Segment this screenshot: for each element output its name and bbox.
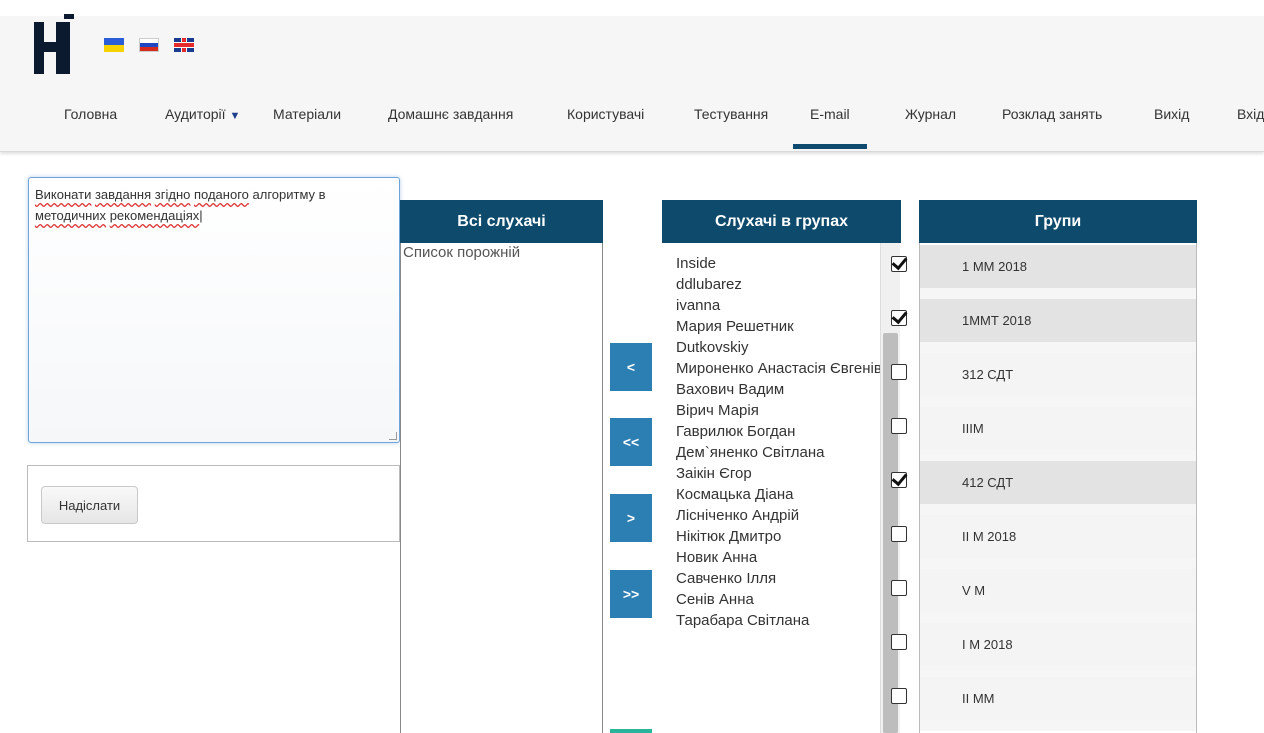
message-word: згідно — [154, 187, 191, 202]
list-item-partial[interactable] — [676, 243, 886, 253]
group-checkbox[interactable] — [891, 472, 907, 488]
logo — [34, 14, 74, 74]
group-label: 312 СДТ — [962, 367, 1014, 382]
list-item[interactable]: Савченко Ілля — [676, 568, 886, 589]
all-listeners-panel — [400, 200, 603, 733]
group-row[interactable]: 312 СДТ — [920, 353, 1196, 396]
nav-auditoriums-label: Аудиторії — [165, 106, 226, 122]
group-row[interactable]: 1 ММ 2018 — [920, 245, 1196, 288]
nav-journal[interactable]: Журнал — [905, 106, 956, 122]
group-checkbox[interactable] — [891, 526, 907, 542]
nav-login[interactable]: Вхід — [1237, 106, 1264, 122]
row-divider — [920, 612, 1196, 623]
message-word: поданого — [193, 187, 249, 202]
all-listeners-title: Всі слухачі — [400, 200, 603, 243]
group-checkbox[interactable] — [891, 418, 907, 434]
message-textarea[interactable]: Виконати завдання згідно поданого алгори… — [28, 177, 400, 443]
message-word: алгоритму в — [252, 187, 326, 202]
group-checkbox[interactable] — [891, 634, 907, 650]
group-listeners-title: Слухачі в групах — [662, 200, 901, 243]
group-checkbox[interactable] — [891, 364, 907, 380]
group-listeners-list[interactable]: Inside ddlubarez ivanna Мария Решетник D… — [662, 243, 902, 733]
row-divider — [920, 288, 1196, 299]
row-divider — [920, 504, 1196, 515]
english-flag-icon[interactable] — [174, 38, 194, 52]
list-item[interactable]: Лісніченко Андрій — [676, 505, 886, 526]
group-row[interactable]: 412 СДТ — [920, 461, 1196, 504]
nav-testing[interactable]: Тестування — [694, 106, 768, 122]
message-word: рекомендаціях — [109, 208, 200, 223]
group-row[interactable]: V М — [920, 569, 1196, 612]
send-button[interactable]: Надіслати — [41, 486, 138, 524]
extra-button-edge[interactable] — [610, 729, 652, 733]
nav-homework[interactable]: Домашнє завдання — [388, 106, 513, 122]
russian-flag-icon[interactable] — [139, 38, 159, 52]
list-item[interactable]: Dutkovskiy — [676, 337, 886, 358]
header: Головна Аудиторії ▼ Матеріали Домашнє зав… — [0, 0, 1264, 152]
group-row[interactable]: 1ММТ 2018 — [920, 299, 1196, 342]
group-checkbox[interactable] — [891, 688, 907, 704]
nav-home[interactable]: Головна — [64, 106, 117, 122]
message-word: методичних — [35, 208, 107, 223]
group-row[interactable]: IIIМ — [920, 407, 1196, 450]
nav-auditoriums[interactable]: Аудиторії ▼ — [165, 106, 240, 122]
list-item[interactable]: Мария Решетник — [676, 316, 886, 337]
row-divider — [920, 450, 1196, 461]
group-label: I М 2018 — [962, 637, 1013, 652]
all-listeners-empty: Список порожній — [403, 244, 521, 261]
list-item[interactable]: Космацька Діана — [676, 484, 886, 505]
row-divider — [920, 666, 1196, 677]
row-divider — [920, 558, 1196, 569]
header-top-bar — [0, 0, 1264, 16]
move-all-right-button[interactable]: >> — [610, 570, 652, 618]
nav-email[interactable]: E-mail — [793, 106, 867, 149]
list-item[interactable]: Дем`яненко Світлана — [676, 442, 886, 463]
list-item[interactable]: Заікін Єгор — [676, 463, 886, 484]
list-item[interactable]: Тарабара Світлана — [676, 610, 886, 631]
group-listeners-names: Inside ddlubarez ivanna Мария Решетник D… — [676, 243, 886, 631]
group-label: 1ММТ 2018 — [962, 313, 1032, 328]
list-item[interactable]: Гаврилюк Богдан — [676, 421, 886, 442]
move-left-button[interactable]: < — [610, 343, 652, 391]
send-panel: Надіслати — [27, 465, 400, 542]
group-row[interactable]: I М 2018 — [920, 623, 1196, 666]
nav-logout[interactable]: Вихід — [1154, 106, 1189, 122]
ukrainian-flag-icon[interactable] — [104, 38, 124, 52]
language-switcher — [104, 38, 194, 52]
nav-materials[interactable]: Матеріали — [273, 106, 341, 122]
list-item[interactable]: Мироненко Анастасія Євгенівна — [676, 358, 886, 379]
list-item[interactable]: Вахович Вадим — [676, 379, 886, 400]
move-right-button[interactable]: > — [610, 494, 652, 542]
row-divider — [920, 720, 1196, 731]
list-item[interactable]: ddlubarez — [676, 274, 886, 295]
groups-title: Групи — [919, 200, 1197, 243]
row-divider — [920, 396, 1196, 407]
group-label: II М 2018 — [962, 529, 1017, 544]
group-label: II ММ — [962, 691, 995, 706]
group-checkbox[interactable] — [891, 580, 907, 596]
resize-handle[interactable] — [389, 432, 397, 440]
group-label: 1 ММ 2018 — [962, 259, 1028, 274]
nav-users[interactable]: Користувачі — [567, 106, 644, 122]
main-nav: Головна Аудиторії ▼ Матеріали Домашнє зав… — [0, 96, 1264, 152]
group-label: IIIМ — [962, 421, 984, 436]
list-item[interactable]: Сенів Анна — [676, 589, 886, 610]
move-all-left-button[interactable]: << — [610, 418, 652, 466]
group-row[interactable]: II М 2018 — [920, 515, 1196, 558]
list-item[interactable]: Вірич Марія — [676, 400, 886, 421]
caret-down-icon: ▼ — [229, 110, 241, 122]
row-divider — [920, 342, 1196, 353]
message-word: Виконати — [35, 187, 92, 202]
list-item[interactable]: Новик Анна — [676, 547, 886, 568]
group-label: V М — [962, 583, 986, 598]
group-checkbox[interactable] — [891, 310, 907, 326]
message-word: завдання — [94, 187, 152, 202]
list-item[interactable]: Inside — [676, 253, 886, 274]
group-checkbox[interactable] — [891, 256, 907, 272]
list-item[interactable]: Нікітюк Дмитро — [676, 526, 886, 547]
nav-schedule[interactable]: Розклад занять — [1002, 106, 1102, 122]
list-item[interactable]: ivanna — [676, 295, 886, 316]
group-label: 412 СДТ — [962, 475, 1014, 490]
group-row[interactable]: II ММ — [920, 677, 1196, 720]
